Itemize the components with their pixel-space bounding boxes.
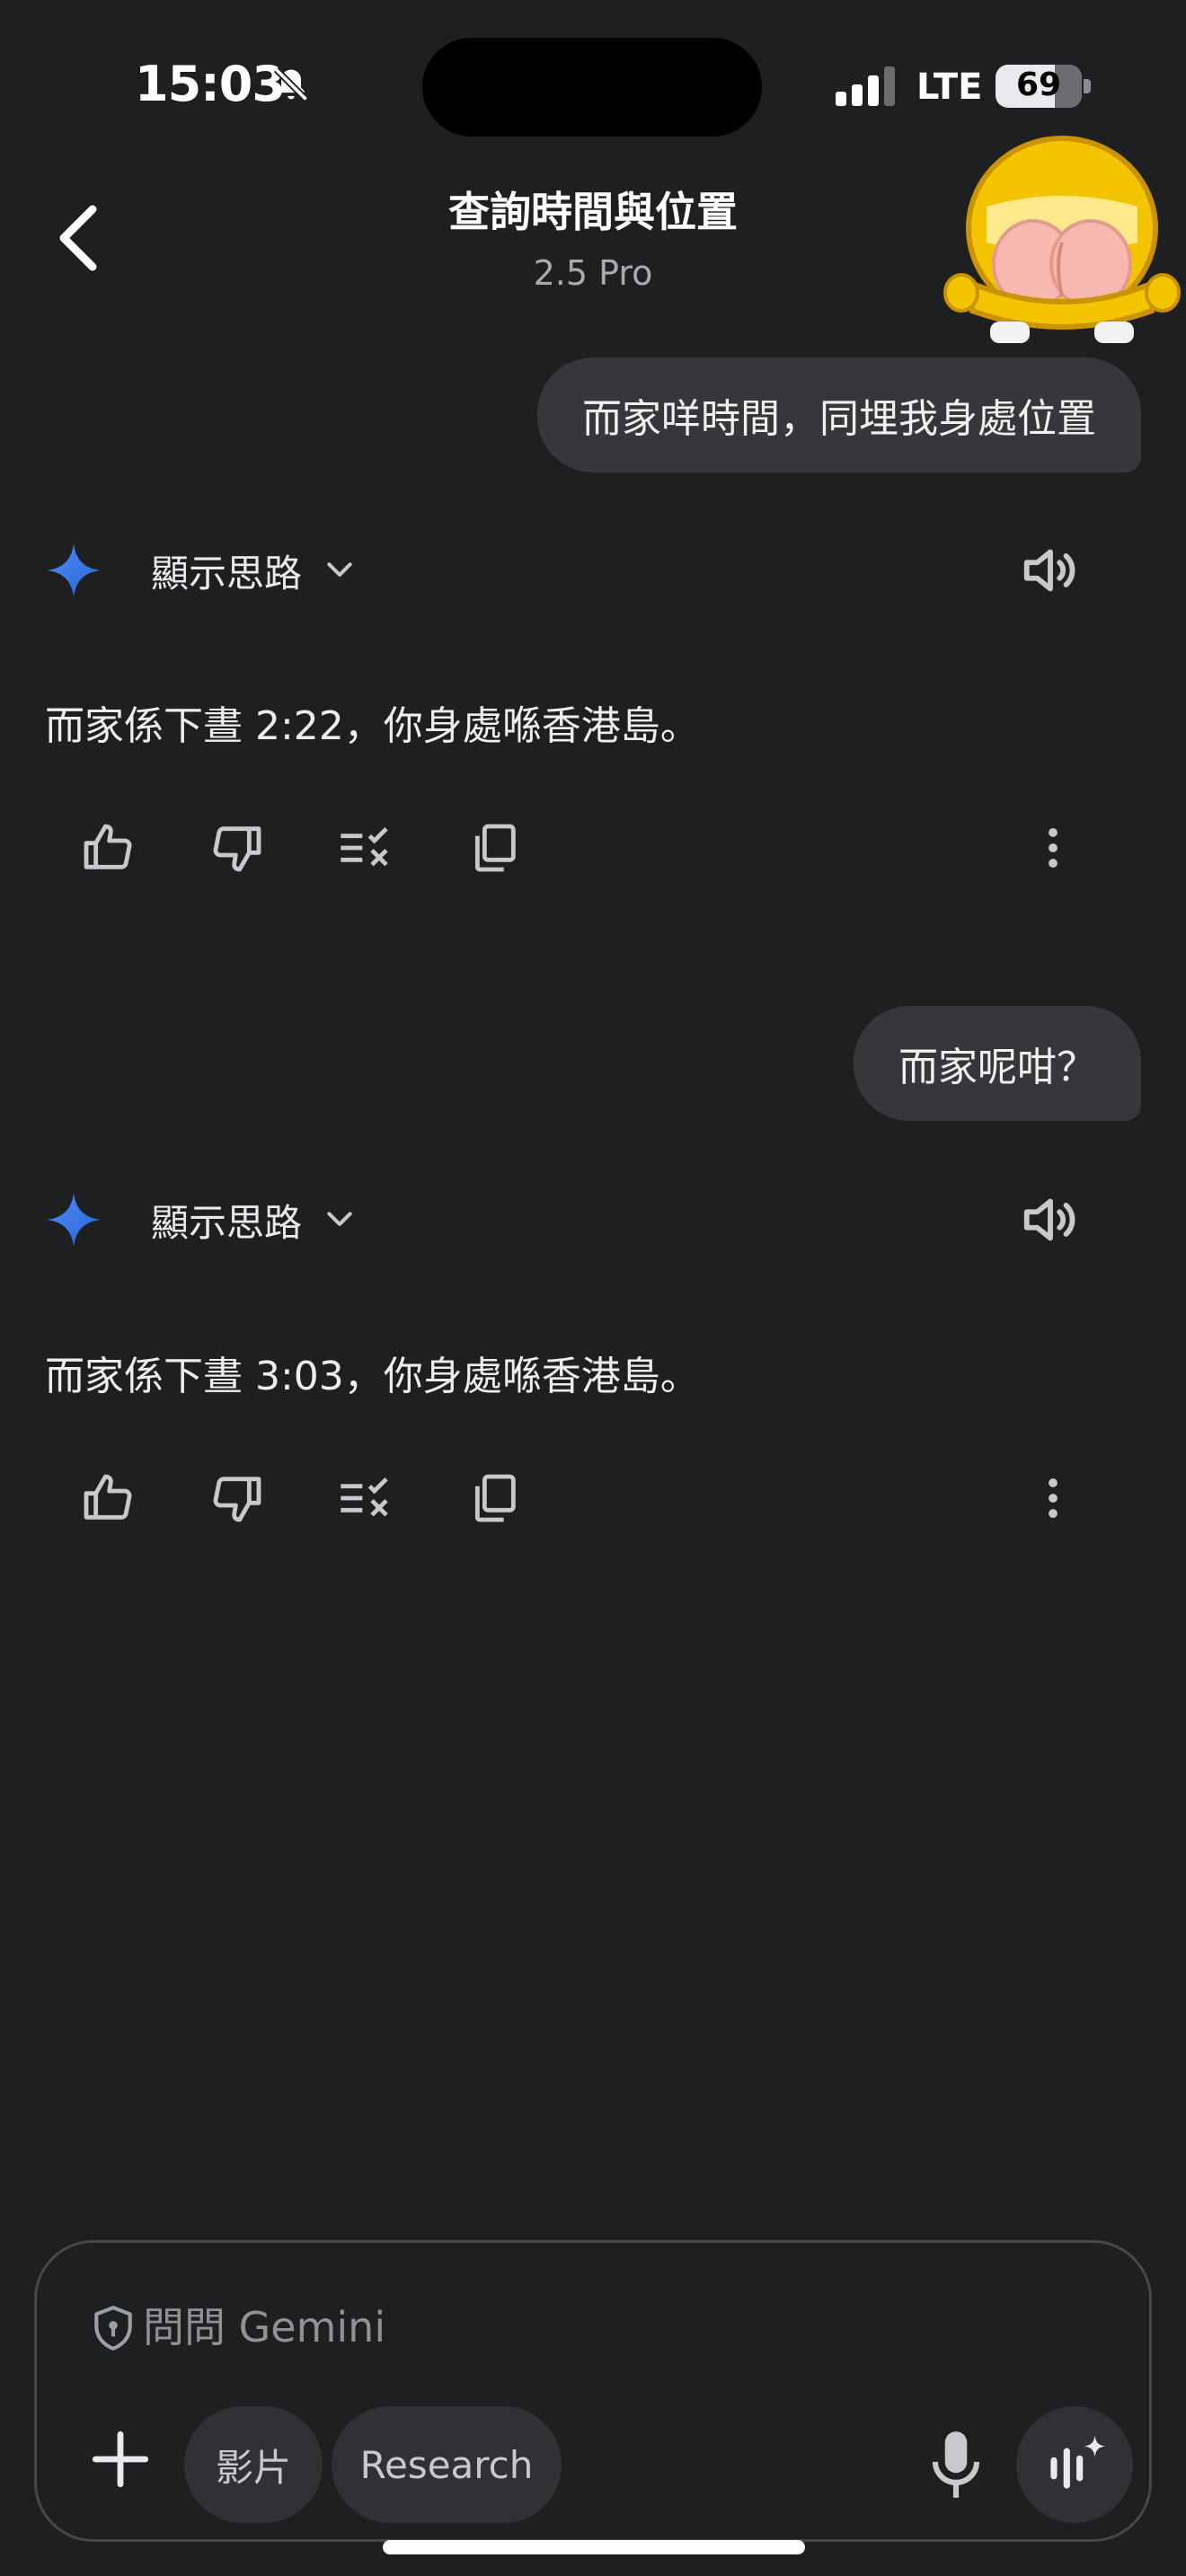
live-waveform-icon (1050, 2435, 1106, 2489)
thumbs-up-icon[interactable] (79, 819, 137, 877)
chevron-down-icon (327, 1212, 352, 1226)
model-selector[interactable]: 2.5 Pro (296, 253, 890, 293)
battery-percent: 69 (1015, 66, 1062, 103)
copy-icon[interactable] (465, 819, 523, 877)
gemini-sparkle-icon (47, 543, 101, 597)
network-type: LTE (916, 66, 983, 108)
thumbs-down-icon[interactable] (208, 819, 266, 877)
prompt-input[interactable] (143, 2298, 951, 2356)
more-options-icon[interactable] (1033, 819, 1073, 877)
cartoon-sticker (943, 136, 1181, 343)
live-mode-button[interactable] (1016, 2406, 1133, 2523)
research-chip-button[interactable]: Research (332, 2406, 562, 2523)
reply-actions (0, 819, 1186, 891)
show-thoughts-label: 顯示思路 (151, 551, 303, 595)
assistant-reply: 而家係下晝 2:22，你身處喺香港島。 (45, 703, 700, 749)
assistant-reply: 而家係下晝 3:03，你身處喺香港島。 (45, 1354, 700, 1399)
bell-off-icon (273, 66, 309, 102)
speaker-icon[interactable] (1019, 539, 1082, 602)
speaker-icon[interactable] (1019, 1188, 1082, 1251)
double-check-icon[interactable] (336, 1469, 394, 1527)
user-message[interactable]: 而家呢咁？ (854, 1006, 1141, 1121)
gemini-sparkle-icon (47, 1193, 101, 1247)
chat-title[interactable]: 查詢時間與位置 (296, 180, 890, 239)
thumbs-down-icon[interactable] (208, 1469, 266, 1527)
show-thoughts-label: 顯示思路 (151, 1200, 303, 1245)
home-indicator[interactable] (383, 2540, 805, 2554)
double-check-icon[interactable] (336, 819, 394, 877)
video-chip-button[interactable]: 影片 (184, 2406, 323, 2523)
prompt-composer: 影片 Research (34, 2240, 1152, 2542)
dynamic-island (422, 38, 762, 137)
status-time: 15:03 (135, 56, 286, 112)
user-message[interactable]: 而家咩時間，同埋我身處位置 (537, 357, 1141, 472)
chat-screen: 15:03 LTE 69 查詢時間與位置 2.5 Pro 而家咩時間，同埋我身處… (0, 0, 1186, 2576)
cellular-signal-icon (836, 66, 895, 106)
shield-lock-icon (94, 2306, 132, 2351)
battery-cap (1084, 79, 1091, 93)
show-thoughts-toggle[interactable]: 顯示思路 (45, 1191, 358, 1248)
chevron-down-icon (327, 562, 352, 577)
show-thoughts-toggle[interactable]: 顯示思路 (45, 542, 358, 599)
battery-icon: 69 (996, 65, 1082, 108)
copy-icon[interactable] (465, 1469, 523, 1527)
thumbs-up-icon[interactable] (79, 1469, 137, 1527)
add-attachment-icon[interactable] (87, 2426, 154, 2492)
microphone-icon[interactable] (923, 2426, 989, 2503)
back-arrow-icon[interactable] (45, 202, 108, 274)
reply-actions (0, 1469, 1186, 1541)
more-options-icon[interactable] (1033, 1469, 1073, 1527)
